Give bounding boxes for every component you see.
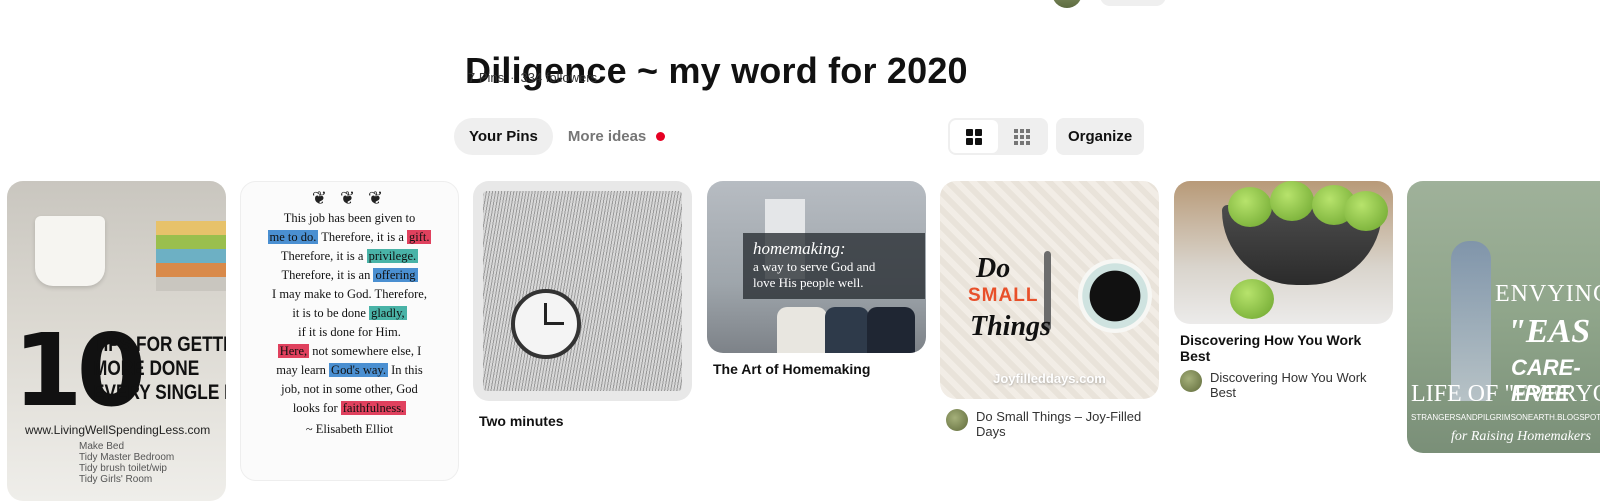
pin-image[interactable]: ENVYING TH "EAS CARE-FREE LIFE OF "EVERY…	[1407, 181, 1600, 453]
tab-your-pins-label: Your Pins	[469, 128, 538, 145]
pin-image-author: ~ Elisabeth Elliot	[305, 422, 394, 436]
pin-card: homemaking: a way to serve God and love …	[707, 181, 926, 377]
pin-card: Do SMALL Things Joyfilleddays.com Do Sma…	[940, 181, 1159, 439]
pin-attribution-text[interactable]: Do Small Things – Joy-Filled Days	[976, 409, 1146, 439]
pin-image-text: ENVYING TH	[1495, 281, 1600, 307]
pin-image-text-note: Make Bed Tidy Master Bedroom Tidy brush …	[79, 441, 175, 485]
grid-9-icon	[1014, 128, 1030, 145]
pin-image-text-brand: Joyfilleddays.com	[993, 371, 1106, 386]
clock-icon	[511, 289, 581, 359]
pin-attribution: Discovering How You Work Best	[1180, 370, 1393, 400]
default-grid-button[interactable]	[950, 120, 998, 153]
tab-more-ideas[interactable]: More ideas	[553, 118, 680, 155]
tab-your-pins[interactable]: Your Pins	[454, 118, 553, 155]
pin-image[interactable]: 10 TIPS FOR GETTING MORE DONE EVERY SING…	[7, 181, 226, 501]
apple-graphic	[1228, 187, 1272, 227]
pin-image-text-small: SMALL	[968, 285, 1039, 306]
meta-separator: ·	[510, 70, 515, 85]
pin-image-text: for Raising Homemakers	[1451, 429, 1591, 444]
pin-image-text-url: www.LivingWellSpendingLess.com	[25, 423, 211, 437]
pin-image-text-tips: TIPS FOR GETTING MORE DONE EVERY SINGLE …	[93, 333, 226, 404]
ornament-icon: ❦ ❦ ❦	[311, 188, 388, 208]
followers-count[interactable]: 334 followers	[520, 70, 597, 85]
pin-image[interactable]	[1174, 181, 1393, 324]
top-header-fragment	[1052, 0, 1166, 8]
pin-card: ENVYING TH "EAS CARE-FREE LIFE OF "EVERY…	[1407, 181, 1600, 453]
engraving-graphic	[483, 191, 682, 391]
pin-title[interactable]: The Art of Homemaking	[713, 361, 926, 377]
grid-4-icon	[966, 128, 982, 145]
woman-figure-graphic	[1451, 241, 1491, 401]
pinner-avatar[interactable]	[1180, 370, 1202, 392]
pin-image[interactable]: Do SMALL Things Joyfilleddays.com	[940, 181, 1159, 399]
user-avatar[interactable]	[1052, 0, 1082, 8]
pin-title[interactable]: Discovering How You Work Best	[1180, 332, 1393, 364]
pins-count: 7 Pins	[468, 70, 505, 85]
pin-image-text: "EAS	[1507, 313, 1591, 350]
pin-card: 10 TIPS FOR GETTING MORE DONE EVERY SING…	[7, 181, 226, 501]
books-graphic	[156, 221, 226, 291]
pin-image-text: LIFE OF "EVERYONE ELSE	[1411, 381, 1600, 407]
pinner-avatar[interactable]	[946, 409, 968, 431]
pin-image[interactable]: homemaking: a way to serve God and love …	[707, 181, 926, 353]
view-mode-toggle	[948, 118, 1048, 155]
organize-button[interactable]: Organize	[1056, 118, 1145, 155]
board-meta: 7 Pins · 334 followers	[468, 70, 597, 85]
pin-image[interactable]	[473, 181, 692, 401]
pin-card: Two minutes	[473, 181, 692, 429]
board-tabs: Your Pins More ideas	[454, 118, 680, 155]
tab-more-ideas-label: More ideas	[567, 128, 647, 145]
pin-image-text-things: Things	[970, 311, 1051, 342]
pin-image-text-do: Do	[976, 253, 1011, 284]
pin-image-caption: homemaking: a way to serve God and love …	[743, 233, 925, 299]
pin-attribution: Do Small Things – Joy-Filled Days	[946, 409, 1159, 439]
pin-card: ❦ ❦ ❦ This job has been given to me to d…	[240, 181, 459, 481]
coffee-cup-graphic	[1078, 259, 1152, 333]
pin-title[interactable]: Two minutes	[479, 413, 692, 429]
header-button[interactable]	[1100, 0, 1166, 6]
mug-graphic	[35, 216, 105, 286]
pin-image-quote: This job has been given to me to do. The…	[267, 211, 432, 415]
pin-image[interactable]: ❦ ❦ ❦ This job has been given to me to d…	[240, 181, 459, 481]
pin-card: Discovering How You Work Best Discoverin…	[1174, 181, 1393, 400]
compact-grid-button[interactable]	[998, 120, 1046, 153]
pin-attribution-text[interactable]: Discovering How You Work Best	[1210, 370, 1380, 400]
notification-dot-icon	[656, 132, 666, 141]
pin-image-text: STRANGERSANDPILGRIMSONEARTH.BLOGSPOT	[1411, 413, 1600, 422]
